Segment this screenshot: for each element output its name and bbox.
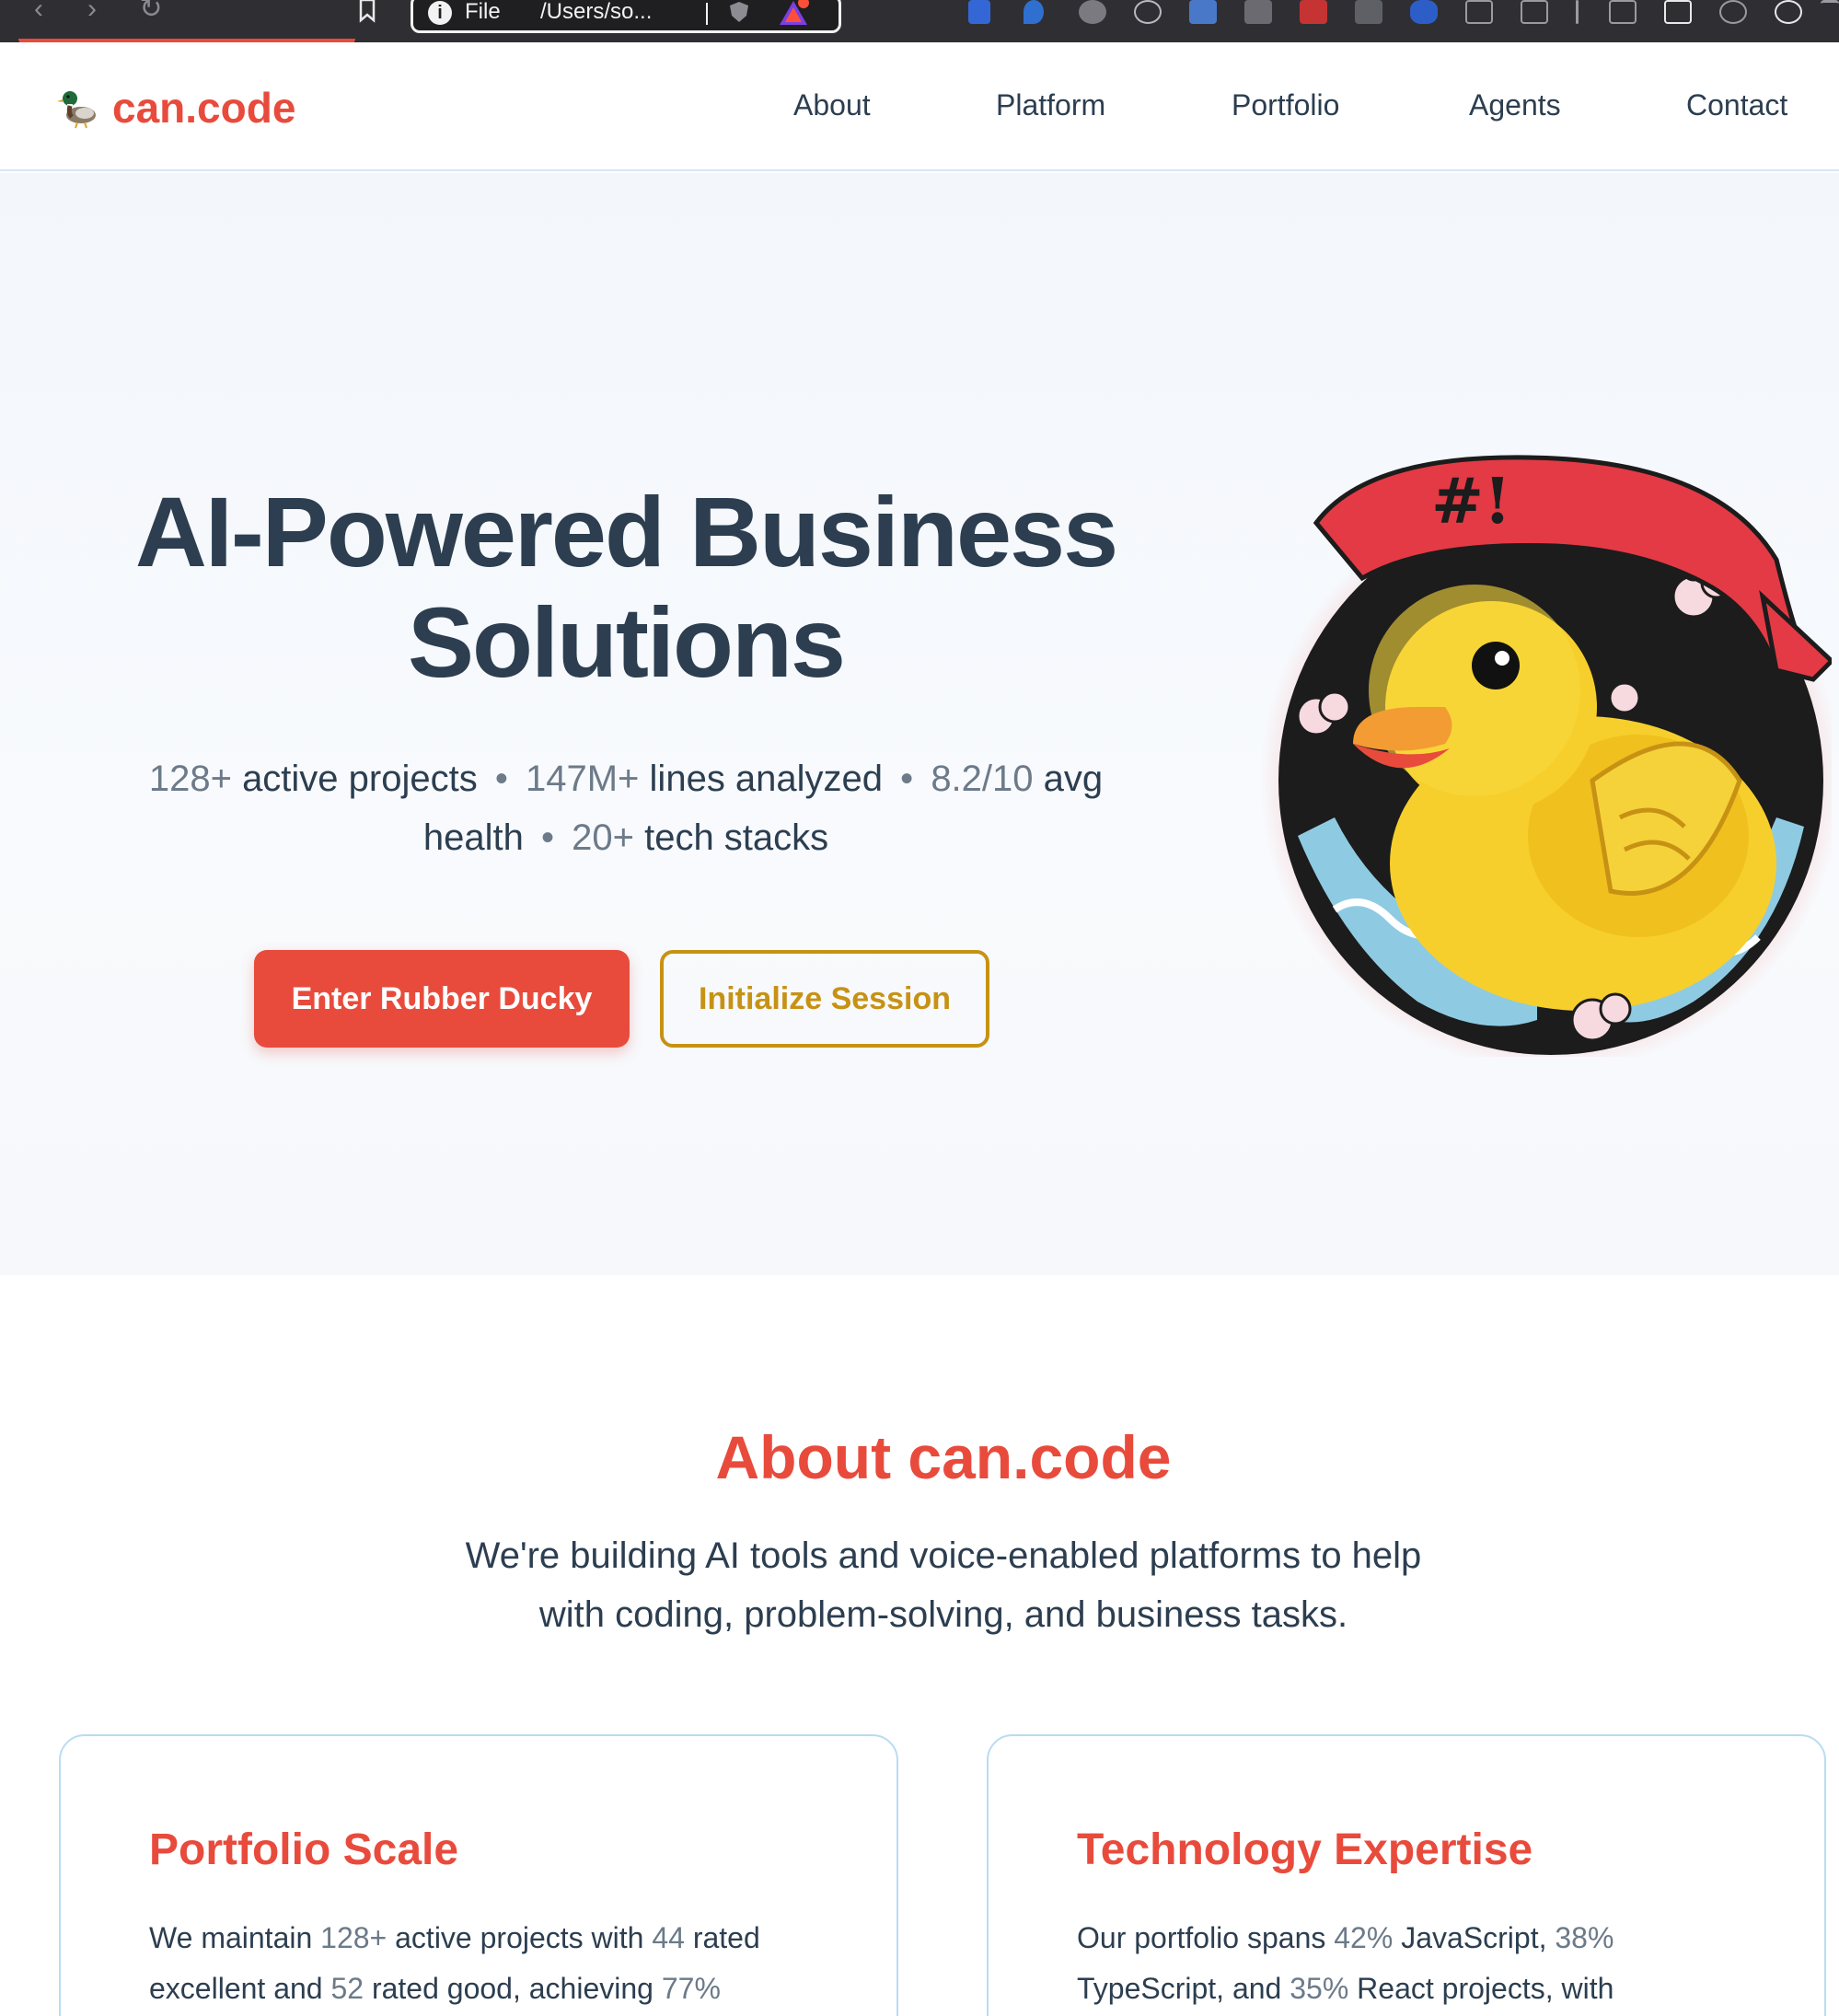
calendar-extension-icon[interactable] <box>1300 0 1327 24</box>
forward-icon[interactable]: › <box>75 0 109 28</box>
card-number: 52 <box>330 1972 364 2005</box>
sidebar-icon[interactable] <box>1609 0 1637 24</box>
card-text: rated <box>684 1921 760 1954</box>
card-title: Portfolio Scale <box>149 1825 459 1874</box>
s-extension-icon[interactable] <box>1355 0 1382 24</box>
card-number: 128+ <box>320 1921 387 1954</box>
card-body: Our portfolio spans 42% JavaScript, 38% … <box>1077 1913 1776 2014</box>
card-text: We maintain <box>149 1921 321 1954</box>
card-text: TypeScript, and <box>1077 1972 1290 2005</box>
toolbar-divider <box>1576 0 1579 24</box>
nav-link-agents[interactable]: Agents <box>1469 88 1561 122</box>
enter-rubber-ducky-button[interactable]: Enter Rubber Ducky <box>254 950 630 1048</box>
reload-icon[interactable]: ↻ <box>134 0 168 28</box>
nav-link-portfolio[interactable]: Portfolio <box>1232 88 1339 122</box>
plus-extension-icon[interactable] <box>1244 0 1272 24</box>
vpn-icon[interactable] <box>1775 0 1802 24</box>
stat-lines-number: 147M+ <box>526 759 640 799</box>
card-number: 42% <box>1334 1921 1394 1954</box>
nav-link-contact[interactable]: Contact <box>1686 88 1787 122</box>
about-description-line2: with coding, problem-solving, and busine… <box>538 1594 1348 1635</box>
menu-icon[interactable] <box>1821 0 1839 24</box>
stat-separator: • <box>540 817 554 858</box>
card-number: 44 <box>652 1921 685 1954</box>
puzzle-blue-icon[interactable] <box>1410 0 1438 24</box>
browser-toolbar: ‹ › ↻ i File /Users/so... <box>0 0 1839 42</box>
url-path: /Users/so... <box>540 0 653 24</box>
main-nav: About Platform Portfolio Agents Contact <box>0 88 1839 134</box>
hero-title-line1: AI-Powered Business <box>134 476 1118 587</box>
stat-health-label: avg <box>1043 759 1104 799</box>
card-text: active projects with <box>387 1921 653 1954</box>
stat-stacks-label: tech stacks <box>644 817 829 858</box>
banner-text: #! <box>1431 465 1511 539</box>
hero-stats: 128+ active projects • 147M+ lines analy… <box>83 749 1169 867</box>
react-extension-icon[interactable] <box>1134 0 1162 24</box>
card-text: JavaScript, <box>1393 1921 1556 1954</box>
wallet-icon[interactable] <box>1664 0 1692 24</box>
extension-icon[interactable] <box>968 0 990 24</box>
nav-link-platform[interactable]: Platform <box>996 88 1105 122</box>
card-text: rated good, achieving <box>364 1972 662 2005</box>
initialize-session-button[interactable]: Initialize Session <box>660 950 989 1048</box>
stat-lines-label: lines analyzed <box>649 759 884 799</box>
screenshot-icon[interactable] <box>1521 0 1548 24</box>
stat-separator: • <box>494 759 508 799</box>
card-body: We maintain 128+ active projects with 44… <box>149 1913 849 2014</box>
stat-stacks-number: 20+ <box>572 817 634 858</box>
card-text: React projects, with <box>1348 1972 1614 2005</box>
nav-link-about[interactable]: About <box>793 88 871 122</box>
translate-extension-icon[interactable] <box>1189 0 1217 24</box>
puzzle-icon[interactable] <box>1465 0 1493 24</box>
card-portfolio-scale: Portfolio Scale We maintain 128+ active … <box>59 1734 898 2016</box>
rubber-duck-illustration: #! <box>1261 455 1832 1057</box>
url-divider <box>706 3 708 25</box>
card-number: 38% <box>1555 1921 1614 1954</box>
stat-projects-label: active projects <box>242 759 478 799</box>
stat-health-label-cont: health <box>422 817 524 858</box>
about-title: About can.code <box>715 1423 1172 1491</box>
stat-projects-number: 128+ <box>148 759 232 799</box>
card-title: Technology Expertise <box>1077 1825 1533 1874</box>
card-number: 35% <box>1290 1972 1349 2005</box>
url-scheme: File <box>465 0 501 24</box>
site-header: can.code About Platform Portfolio Agents… <box>0 42 1839 171</box>
about-description-line1: We're building AI tools and voice-enable… <box>465 1535 1422 1576</box>
back-icon[interactable]: ‹ <box>22 0 55 28</box>
stat-separator: • <box>900 759 914 799</box>
hero-section: AI-Powered Business Solutions 128+ activ… <box>0 173 1839 1275</box>
address-bar[interactable]: i File /Users/so... <box>411 0 841 33</box>
about-description: We're building AI tools and voice-enable… <box>396 1526 1491 1644</box>
hero-title: AI-Powered Business Solutions <box>74 477 1178 698</box>
owl-extension-icon[interactable] <box>1079 0 1106 24</box>
leo-icon[interactable] <box>1719 0 1747 24</box>
stat-health-number: 8.2/10 <box>931 759 1034 799</box>
card-number: 77% <box>661 1972 721 2005</box>
bookmark-icon[interactable] <box>353 0 381 24</box>
brave-rewards-icon[interactable] <box>778 0 809 27</box>
site-info-icon[interactable]: i <box>428 1 452 25</box>
hero-title-line2: Solutions <box>408 586 846 698</box>
card-text: Our portfolio spans <box>1077 1921 1335 1954</box>
location-extension-icon[interactable] <box>1024 0 1044 24</box>
card-technology-expertise: Technology Expertise Our portfolio spans… <box>987 1734 1826 2016</box>
brave-shield-icon[interactable] <box>728 1 750 23</box>
card-text: excellent and <box>149 1972 331 2005</box>
